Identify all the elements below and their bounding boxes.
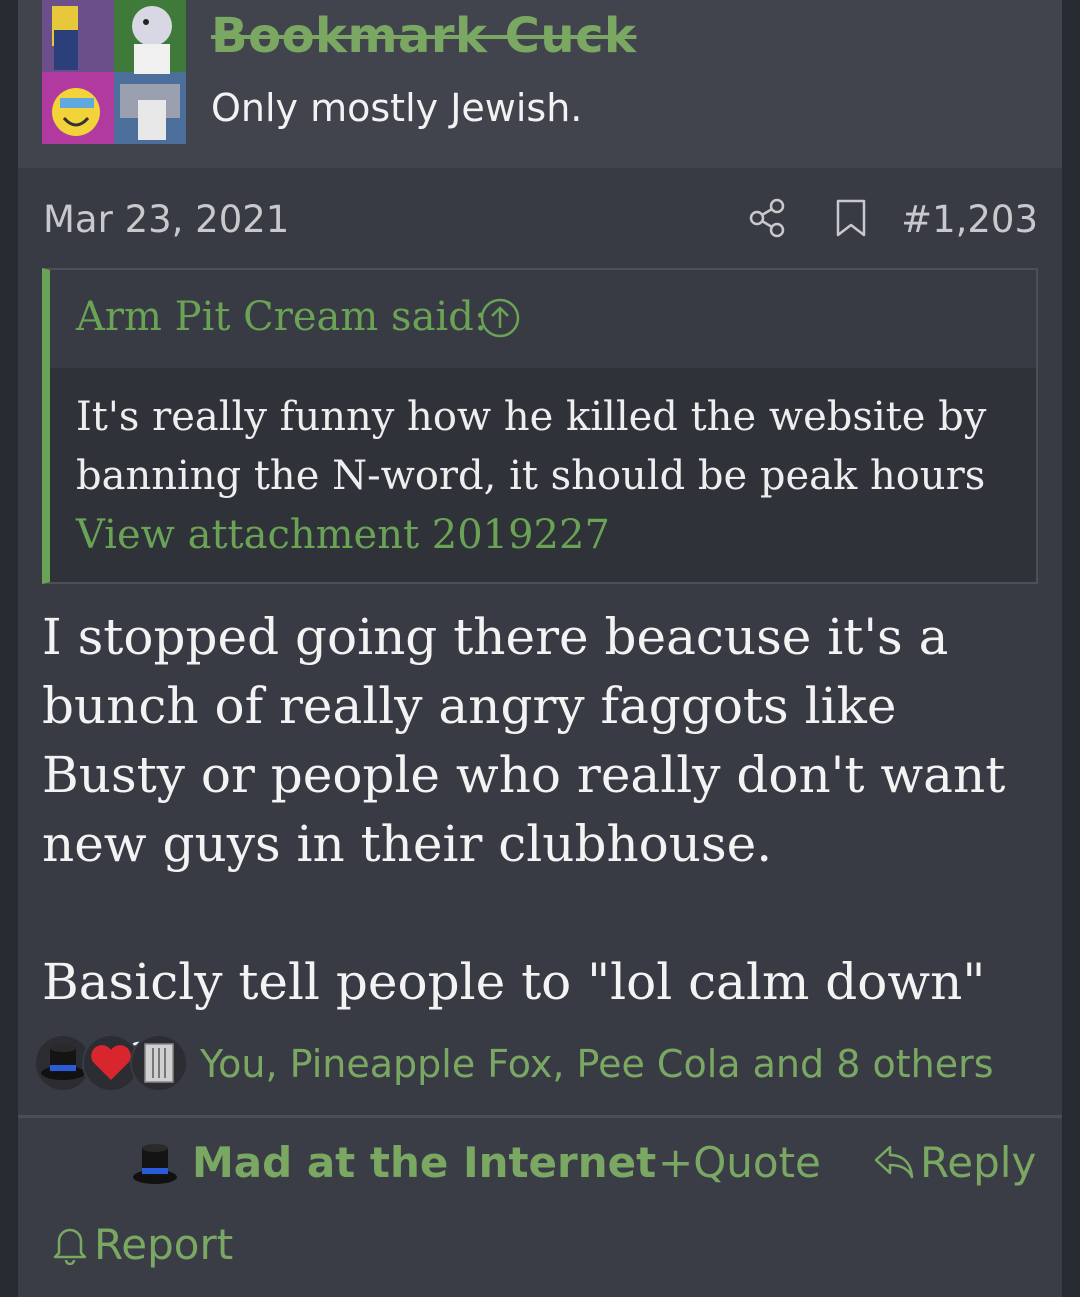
reply-label: Reply (920, 1138, 1037, 1187)
reply-icon (874, 1145, 914, 1179)
bookmark-icon[interactable] (834, 198, 868, 238)
attachment-link[interactable]: View attachment 2019227 (76, 506, 1010, 565)
avatar-pointer (100, 144, 132, 160)
bell-icon (53, 1228, 87, 1266)
quote-body: It's really funny how he killed the webs… (50, 368, 1036, 565)
top-hat-icon (130, 1142, 180, 1188)
post-meta: Mar 23, 2021 #1,203 (18, 168, 1062, 268)
quote-line: banning the N-word, it should be peak ho… (76, 453, 986, 499)
reply-button[interactable]: Reply (872, 1138, 1036, 1187)
share-icon[interactable] (748, 198, 786, 238)
username-link[interactable]: Bookmark Cuck (211, 8, 636, 64)
post-date[interactable]: Mar 23, 2021 (43, 198, 289, 241)
jump-to-quote-icon[interactable] (480, 298, 520, 338)
report-button[interactable]: Report (50, 1220, 233, 1269)
report-label: Report (94, 1220, 234, 1269)
quote-header: Arm Pit Cream said: (50, 270, 1036, 368)
post-number-link[interactable]: #1,203 (901, 198, 1038, 241)
quote-block: Arm Pit Cream said: It's really funny ho… (42, 268, 1038, 584)
react-button-label: Mad at the Internet (192, 1138, 657, 1187)
quote-author[interactable]: Arm Pit Cream said: (76, 294, 487, 340)
reactions-bar[interactable]: You, Pineapple Fox, Pee Cola and 8 other… (34, 1030, 1044, 1100)
reaction-users-link[interactable]: You, Pineapple Fox, Pee Cola and 8 other… (200, 1042, 994, 1086)
user-title: Only mostly Jewish. (211, 86, 583, 130)
quote-line: It's really funny how he killed the webs… (76, 394, 987, 440)
post-actions: Mad at the Internet +Quote Reply Report (18, 1118, 1062, 1297)
trash-can-icon (130, 1034, 188, 1092)
user-header: Bookmark Cuck Only mostly Jewish. (18, 0, 1062, 168)
message-paragraph: I stopped going there beacuse it's a bun… (42, 608, 1006, 873)
post-message: I stopped going there beacuse it's a bun… (42, 603, 1042, 1086)
user-avatar[interactable] (42, 0, 186, 144)
quote-button[interactable]: +Quote (658, 1138, 821, 1187)
forum-post: Bookmark Cuck Only mostly Jewish. Mar 23… (18, 0, 1062, 1297)
